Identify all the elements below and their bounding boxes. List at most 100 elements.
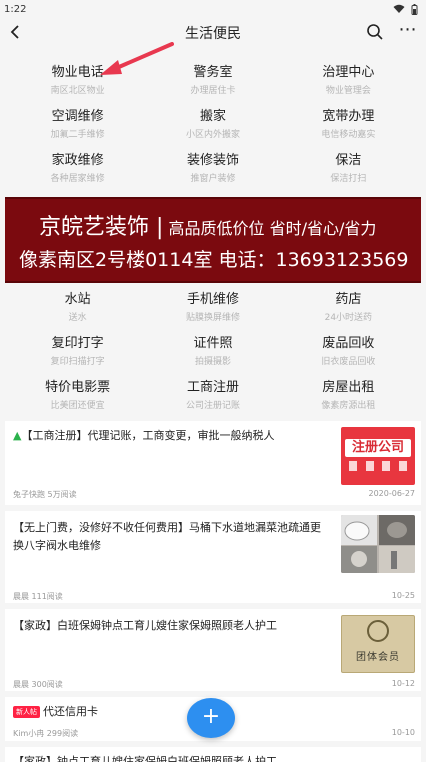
service-title: 搬家	[199, 109, 226, 124]
service-subtitle: 复印扫描打字	[50, 357, 105, 367]
service-title: 警务室	[193, 65, 233, 80]
service-title: 手机维修	[186, 292, 239, 307]
service-title: 废品回收	[322, 336, 375, 351]
service-title: 证件照	[193, 336, 233, 351]
post-meta: Kim小冉 299阅读	[13, 729, 79, 738]
service-item[interactable]: 房屋出租像素房源出租	[281, 375, 416, 419]
service-item[interactable]: 药店 24小时送药	[281, 287, 416, 331]
post-title-text: 代还信用卡	[43, 705, 98, 718]
service-title: 复印打字	[51, 336, 104, 351]
post-title: 【家政】钟点工育儿嫂住家保姆白班保姆照顾老人护工	[13, 755, 277, 762]
post-title: 新人帖 代还信用卡	[13, 703, 313, 721]
ad-banner[interactable]: 京皖艺装饰 | 高品质低价位 省时/省心/省力 像素南区2号楼0114室 电话：…	[5, 197, 421, 283]
battery-icon	[411, 3, 418, 15]
service-grid-bottom: 水站送水 手机维修贴膜换屏维修 药店 24小时送药 复印打字复印扫描打字 证件照拍…	[0, 287, 426, 419]
service-subtitle: 电信移动嘉实	[321, 130, 376, 140]
service-item[interactable]: 宽带办理电信移动嘉实	[281, 104, 416, 148]
service-title: 空调维修	[51, 109, 104, 124]
more-icon[interactable]: ⋯	[398, 21, 418, 42]
service-subtitle: 旧衣废品回收	[321, 357, 376, 367]
service-subtitle: 24小时送药	[324, 313, 373, 323]
service-title: 房屋出租	[322, 380, 375, 395]
banner-line-1: 京皖艺装饰 | 高品质低价位 省时/省心/省力	[39, 209, 376, 241]
thumb-label: 团体会员	[356, 652, 400, 663]
post-meta: 晨晨 111阅读	[13, 592, 63, 601]
service-subtitle: 保洁打扫	[330, 174, 367, 184]
service-subtitle: 比美团还便宜	[50, 401, 105, 411]
plumbing-photo	[341, 515, 415, 573]
service-title: 治理中心	[322, 65, 375, 80]
service-title: 家政维修	[51, 153, 104, 168]
service-subtitle: 物业管理会	[325, 86, 371, 96]
post-date: 10-10	[391, 728, 415, 737]
service-title: 特价电影票	[45, 380, 111, 395]
service-item[interactable]: 特价电影票比美团还便宜	[10, 375, 145, 419]
banner-brand: 京皖艺装饰 |	[39, 215, 164, 240]
add-post-button[interactable]: +	[187, 698, 235, 738]
service-subtitle: 贴膜换屏维修	[185, 313, 240, 323]
top-bar: 生活便民 ⋯	[0, 18, 426, 48]
service-title: 工商注册	[186, 380, 239, 395]
service-subtitle: 办理居住卡	[190, 86, 236, 96]
banner-line-2: 像素南区2号楼0114室 电话：13693123569	[19, 249, 409, 271]
service-item[interactable]: 物业电话南区北区物业	[10, 60, 145, 104]
service-title: 水站	[64, 292, 91, 307]
wifi-icon	[393, 4, 405, 13]
post-card[interactable]: 【无上门费，没修好不收任何费用】马桶下水道地漏菜池疏通更换八字阀水电维修 晨晨 …	[5, 511, 421, 603]
service-item[interactable]: 复印打字复印扫描打字	[10, 331, 145, 375]
status-icons	[393, 3, 418, 15]
service-subtitle: 南区北区物业	[50, 86, 105, 96]
service-title: 药店	[335, 292, 362, 307]
service-title: 保洁	[335, 153, 362, 168]
post-date: 2020-06-27	[368, 489, 416, 498]
service-item[interactable]: 证件照 拍摄摄影	[145, 331, 280, 375]
post-date: 10-12	[391, 679, 415, 688]
service-grid-top: 物业电话南区北区物业 警务室办理居住卡 治理中心物业管理会 空调维修加氟二手维修…	[0, 60, 426, 192]
new-user-tag: 新人帖	[13, 706, 40, 718]
thumb-label: 注册公司	[345, 439, 411, 457]
post-thumbnail: 团体会员	[341, 615, 415, 673]
post-title: ▲【工商注册】代理记账，工商变更，审批一般纳税人	[13, 427, 333, 445]
post-card[interactable]: 【家政】钟点工育儿嫂住家保姆白班保姆照顾老人护工	[5, 747, 421, 762]
thumb-decoration	[349, 461, 407, 475]
service-item[interactable]: 工商注册公司注册记账	[145, 375, 280, 419]
service-item[interactable]: 装修装饰 推窗户装修	[145, 148, 280, 192]
post-card[interactable]: 【家政】白班保姆钟点工育儿嫂住家保姆照顾老人护工 团体会员 晨晨 300阅读 1…	[5, 609, 421, 691]
service-subtitle: 公司注册记账	[185, 401, 240, 411]
service-subtitle: 小区内外搬家	[185, 130, 240, 140]
service-title: 装修装饰	[186, 153, 239, 168]
service-subtitle: 拍摄摄影	[194, 357, 231, 367]
service-item[interactable]: 家政维修各种居家维修	[10, 148, 145, 192]
post-meta: 晨晨 300阅读	[13, 680, 63, 689]
badge-emblem-icon	[367, 620, 389, 642]
service-subtitle: 加氟二手维修	[50, 130, 105, 140]
post-meta: 兔子快跑 5万阅读	[13, 490, 77, 499]
back-icon[interactable]	[6, 22, 26, 42]
post-title: 【家政】白班保姆钟点工育儿嫂住家保姆照顾老人护工	[13, 619, 277, 632]
post-title-text: 【工商注册】代理记账，工商变更，审批一般纳税人	[21, 429, 275, 442]
service-item[interactable]: 水站 送水	[10, 287, 145, 331]
post-thumbnail: 注册公司	[341, 427, 415, 485]
service-subtitle: 各种居家维修	[50, 174, 105, 184]
post-date: 10-25	[391, 591, 415, 600]
service-item[interactable]: 手机维修贴膜换屏维修	[145, 287, 280, 331]
post-card[interactable]: ▲【工商注册】代理记账，工商变更，审批一般纳税人 注册公司 兔子快跑 5万阅读 …	[5, 421, 421, 505]
banner-slogan: 高品质低价位 省时/省心/省力	[163, 219, 377, 238]
status-bar: 1:22	[0, 0, 426, 18]
service-item[interactable]: 废品回收旧衣废品回收	[281, 331, 416, 375]
post-title: 【无上门费，没修好不收任何费用】马桶下水道地漏菜池疏通更换八字阀水电维修	[13, 521, 321, 552]
service-title: 宽带办理	[322, 109, 375, 124]
service-subtitle: 送水	[68, 313, 87, 323]
service-subtitle: 推窗户装修	[190, 174, 236, 184]
service-subtitle: 像素房源出租	[321, 401, 376, 411]
search-icon[interactable]	[366, 23, 384, 41]
service-item[interactable]: 空调维修加氟二手维修	[10, 104, 145, 148]
service-title: 物业电话	[51, 65, 104, 80]
service-item[interactable]: 警务室 办理居住卡	[145, 60, 280, 104]
service-item[interactable]: 保洁 保洁打扫	[281, 148, 416, 192]
status-time: 1:22	[4, 3, 27, 15]
post-thumbnail	[341, 515, 415, 573]
service-item[interactable]: 搬家 小区内外搬家	[145, 104, 280, 148]
service-item[interactable]: 治理中心 物业管理会	[281, 60, 416, 104]
page-title: 生活便民	[185, 26, 241, 42]
